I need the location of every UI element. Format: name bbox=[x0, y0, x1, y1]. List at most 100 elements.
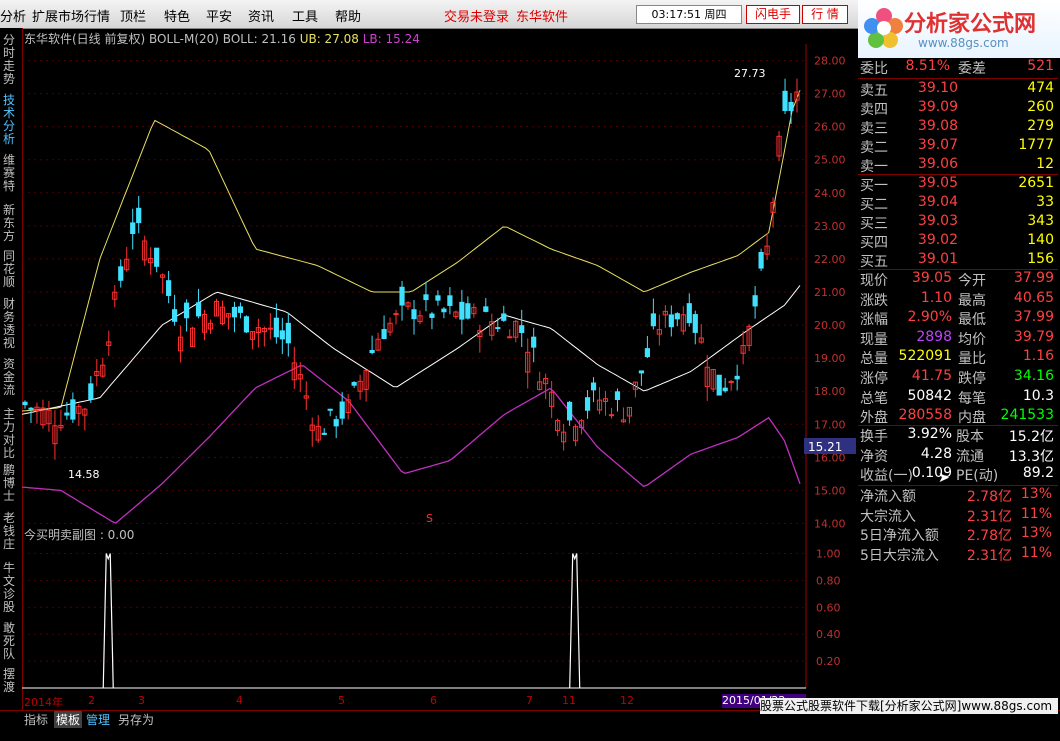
boll-line bbox=[22, 285, 801, 415]
fund-label: 股本 bbox=[956, 429, 984, 445]
tab-vsat[interactable]: 维赛特 bbox=[3, 154, 19, 193]
save-as-tab[interactable]: 另存为 bbox=[118, 711, 154, 728]
menu-topbar[interactable]: 顶栏 bbox=[120, 6, 146, 25]
stat-label: 涨跌 bbox=[860, 292, 888, 309]
flow-value: 2.78亿 bbox=[966, 528, 1012, 545]
fund-value: 15.2亿 bbox=[1008, 429, 1054, 445]
menu-features[interactable]: 特色 bbox=[164, 6, 190, 25]
fund-value: 4.28 bbox=[920, 445, 952, 462]
template-tab[interactable]: 模板 bbox=[54, 711, 83, 728]
tab-finance[interactable]: 财务透视 bbox=[3, 298, 19, 350]
stat-label: 均价 bbox=[958, 331, 986, 348]
price-tick-label: 18.00 bbox=[814, 385, 846, 398]
flow-value: 2.78亿 bbox=[966, 489, 1012, 505]
tab-niuwen[interactable]: 牛文诊股 bbox=[3, 562, 19, 614]
weibi-label: 委比 bbox=[860, 61, 888, 77]
stat-row: 总量 522091 量比 1.16 bbox=[858, 348, 1058, 367]
x-tick-label: 5 bbox=[338, 694, 345, 707]
flow-value: 2.31亿 bbox=[966, 547, 1012, 564]
tab-capital-flow[interactable]: 资金流 bbox=[3, 358, 19, 397]
menu-extended-market[interactable]: 扩展市场行情 bbox=[32, 6, 110, 25]
quote-button[interactable]: 行 情 bbox=[802, 5, 848, 24]
candle-body bbox=[28, 407, 34, 410]
x-tick-label: 2 bbox=[88, 694, 95, 707]
bid-price: 39.01 bbox=[917, 251, 958, 267]
stat-value: 39.79 bbox=[1013, 328, 1054, 345]
flow-row: 大宗流入 2.31亿 11% bbox=[858, 506, 1058, 525]
menu-tools[interactable]: 工具 bbox=[292, 6, 318, 25]
fund-value: 3.92% bbox=[907, 426, 952, 442]
tab-intraday[interactable]: 分时走势 bbox=[3, 34, 19, 86]
x-tick-label: 2014年 bbox=[24, 696, 63, 709]
candle-body bbox=[429, 313, 435, 318]
ask-price: 39.06 bbox=[917, 156, 958, 172]
candle-body bbox=[369, 349, 375, 354]
flow-percent: 13% bbox=[1020, 525, 1052, 542]
stat-label: 现量 bbox=[860, 331, 888, 348]
fund-value: 13.3亿 bbox=[1008, 448, 1054, 465]
flow-percent: 13% bbox=[1020, 486, 1052, 502]
ad-banner[interactable]: 股票公式股票软件下载[分析家公式网]www.88gs.com bbox=[760, 698, 1058, 714]
tab-tonghuashun[interactable]: 同花顺 bbox=[3, 250, 19, 289]
tab-baidu[interactable]: 摆渡 bbox=[3, 668, 19, 694]
bid-volume: 156 bbox=[1027, 251, 1054, 267]
manage-tab[interactable]: 管理 bbox=[86, 711, 110, 728]
stat-value: 2.90% bbox=[907, 309, 952, 326]
candle-body bbox=[758, 251, 764, 269]
fund-value: 89.2 bbox=[1022, 465, 1054, 482]
lb-line bbox=[22, 365, 801, 524]
tab-laoqianzhuang[interactable]: 老钱庄 bbox=[3, 512, 19, 551]
ask-row: 卖四 39.09 260 bbox=[858, 99, 1058, 118]
fund-label: 净资 bbox=[860, 448, 888, 465]
tab-gansidui[interactable]: 敢死队 bbox=[3, 622, 19, 661]
candle-body bbox=[674, 313, 680, 320]
stat-label: 涨幅 bbox=[860, 312, 888, 329]
tab-pengboshi[interactable]: 鹏博士 bbox=[3, 464, 19, 503]
candle-body bbox=[285, 322, 291, 344]
x-tick-label: 11 bbox=[562, 694, 576, 707]
bid-price: 39.02 bbox=[917, 232, 958, 248]
candle-body bbox=[584, 397, 591, 411]
menu-news[interactable]: 资讯 bbox=[248, 6, 274, 25]
candle-body bbox=[237, 306, 244, 313]
menu-pingan[interactable]: 平安 bbox=[206, 6, 232, 25]
flow-row: 5日大宗流入 2.31亿 11% bbox=[858, 545, 1058, 564]
stat-value: 39.05 bbox=[911, 270, 952, 286]
candle-body bbox=[381, 329, 387, 340]
price-tick-label: 27.00 bbox=[814, 88, 846, 101]
lightning-trade-button[interactable]: 闪电手 bbox=[746, 5, 800, 24]
candle-body bbox=[64, 412, 70, 416]
tab-xindongfang[interactable]: 新东方 bbox=[3, 204, 19, 243]
candle-body bbox=[130, 222, 136, 234]
brand-link[interactable]: 东华软件 bbox=[516, 6, 568, 25]
candle-body bbox=[267, 327, 273, 330]
stat-value: 50842 bbox=[907, 387, 952, 404]
candle-body bbox=[716, 374, 722, 396]
price-tick-label: 19.00 bbox=[814, 352, 846, 365]
ask-row: 卖五 39.10 474 bbox=[858, 80, 1058, 99]
ask-volume: 279 bbox=[1027, 118, 1054, 134]
x-tick-label: 7 bbox=[526, 694, 533, 707]
candle-body bbox=[435, 295, 441, 301]
subchart[interactable]: 1.00 0.80 0.60 0.40 0.20 bbox=[22, 540, 858, 692]
fund-label: PE(动) bbox=[956, 468, 999, 485]
stat-value: 37.99 bbox=[1013, 309, 1054, 326]
indicator-tab[interactable]: 指标 bbox=[24, 711, 48, 728]
flow-percent: 11% bbox=[1020, 505, 1052, 522]
candle-body bbox=[393, 313, 399, 316]
logo-text: 分析家公式网 bbox=[904, 12, 1037, 37]
menu-analysis[interactable]: 分析 bbox=[0, 6, 26, 25]
bid-row: 买四 39.02 140 bbox=[858, 232, 1058, 251]
clock: 03:17:51 周四 bbox=[636, 5, 742, 24]
candle-body bbox=[788, 101, 794, 112]
kline-chart[interactable]: 28.00 27.00 26.00 25.00 24.00 23.00 22.00 21.00… bbox=[22, 44, 858, 540]
ask-label: 卖四 bbox=[860, 102, 888, 118]
candle-body bbox=[507, 336, 513, 339]
login-status[interactable]: 交易未登录 bbox=[444, 6, 509, 25]
menu-help[interactable]: 帮助 bbox=[335, 6, 361, 25]
site-logo: 分析家公式网 www.88gs.com bbox=[858, 0, 1060, 58]
tab-technical[interactable]: 技术分析 bbox=[3, 94, 19, 146]
tab-main-compare[interactable]: 主力对比 bbox=[3, 408, 19, 460]
price-tick-label: 24.00 bbox=[814, 187, 846, 200]
bid-label: 买四 bbox=[860, 235, 888, 251]
